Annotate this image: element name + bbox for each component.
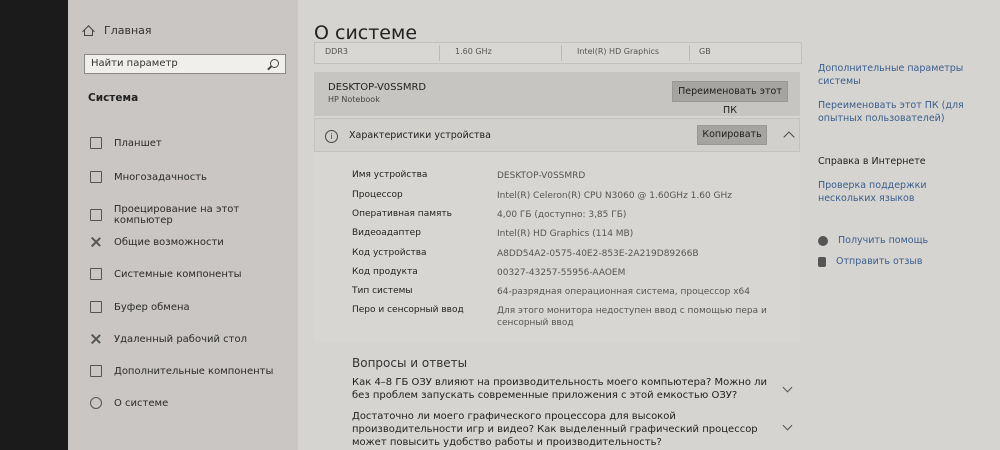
chevron-down-icon[interactable]	[782, 420, 793, 431]
summary-ram-type: DDR3	[325, 47, 348, 56]
sidebar-item-remote-desktop[interactable]: Удаленный рабочий стол	[90, 333, 247, 345]
shared-experiences-icon	[90, 236, 102, 248]
rename-pc-button[interactable]: Переименовать этот ПК	[672, 81, 788, 116]
advanced-system-settings-link[interactable]: Дополнительные параметры системы	[818, 62, 983, 88]
chevron-down-icon[interactable]	[782, 382, 793, 393]
home-icon	[82, 25, 94, 36]
device-model: HP Notebook	[328, 95, 380, 104]
sidebar-item-label: О системе	[114, 397, 169, 409]
sidebar-item-label: Общие возможности	[114, 236, 224, 248]
spec-value: Для этого монитора недоступен ввод с пом…	[497, 306, 767, 328]
sidebar-item-label: Буфер обмена	[114, 301, 190, 313]
language-support-link[interactable]: Проверка поддержки нескольких языков	[818, 179, 983, 205]
info-icon	[90, 397, 102, 409]
sidebar-item-optional-features[interactable]: Дополнительные компоненты	[90, 365, 273, 377]
send-feedback-label: Отправить отзыв	[836, 256, 923, 267]
sidebar-item-label: Проецирование на этот компьютер	[113, 204, 240, 226]
feedback-icon	[818, 256, 826, 267]
spec-value: DESKTOP-V0SSMRD	[497, 171, 586, 181]
sidebar-item-label: Планшет	[114, 137, 162, 149]
multitasking-icon	[90, 171, 102, 183]
device-card: DESKTOP-V0SSMRD HP Notebook Переименоват…	[314, 72, 800, 116]
clipboard-icon	[90, 301, 102, 313]
sidebar-item-label: Дополнительные компоненты	[114, 365, 274, 377]
sidebar: Главная Найти параметр Система Планшет М…	[68, 0, 298, 450]
settings-window: Главная Найти параметр Система Планшет М…	[68, 0, 1000, 450]
sidebar-item-multitasking[interactable]: Многозадачность	[90, 171, 207, 183]
summary-graphics: Intel(R) HD Graphics	[577, 47, 660, 56]
sidebar-item-shared-experiences[interactable]: Общие возможности	[90, 236, 224, 248]
main-content: О системе DDR3 1.60 GHz Intel(R) HD Grap…	[298, 0, 802, 450]
spec-key: Оперативная память	[352, 209, 452, 219]
device-name: DESKTOP-V0SSMRD	[328, 82, 427, 93]
tablet-icon	[90, 137, 102, 149]
spec-key: Код устройства	[352, 248, 427, 258]
sidebar-item-label: Удаленный рабочий стол	[114, 333, 248, 345]
spec-key: Код продукта	[352, 267, 418, 277]
search-icon[interactable]	[270, 59, 279, 68]
search-input[interactable]: Найти параметр	[84, 54, 286, 74]
related-settings-panel: Дополнительные параметры системы Переиме…	[818, 0, 1000, 450]
spec-value: 00327-43257-55956-AAOEM	[497, 268, 626, 278]
copy-button[interactable]: Копировать	[697, 125, 767, 145]
summary-storage: GB	[699, 47, 711, 56]
get-help-link[interactable]: Получить помощь	[818, 235, 928, 246]
spec-value: 4,00 ГБ (доступно: 3,85 ГБ)	[497, 210, 627, 220]
projecting-icon	[90, 209, 102, 221]
summary-cpu-speed: 1.60 GHz	[455, 47, 492, 56]
qa-question[interactable]: Как 4–8 ГБ ОЗУ влияют на производительно…	[352, 376, 772, 402]
sidebar-item-label: Системные компоненты	[114, 268, 242, 280]
help-chat-icon	[818, 235, 828, 246]
help-heading: Справка в Интернете	[818, 156, 926, 167]
qa-question[interactable]: Достаточно ли моего графического процесс…	[352, 410, 772, 449]
sidebar-item-clipboard[interactable]: Буфер обмена	[90, 301, 190, 313]
spec-summary-strip: DDR3 1.60 GHz Intel(R) HD Graphics GB	[314, 42, 802, 64]
spec-key: Имя устройства	[352, 170, 428, 180]
chevron-up-icon[interactable]	[783, 131, 795, 143]
page-title: О системе	[314, 22, 418, 44]
sidebar-home[interactable]: Главная	[82, 24, 152, 37]
qa-title: Вопросы и ответы	[352, 356, 468, 370]
spec-key: Процессор	[352, 190, 403, 200]
search-placeholder: Найти параметр	[91, 58, 178, 69]
spec-value: 64-разрядная операционная система, проце…	[497, 287, 751, 297]
spec-value: Intel(R) Celeron(R) CPU N3060 @ 1.60GHz …	[497, 191, 733, 201]
spec-key: Тип системы	[352, 286, 413, 296]
rename-pc-advanced-link[interactable]: Переименовать этот ПК (для опытных польз…	[818, 99, 983, 125]
device-specs-title: Характеристики устройства	[349, 130, 491, 141]
sidebar-item-about[interactable]: О системе	[90, 397, 168, 409]
sidebar-home-label: Главная	[104, 24, 152, 37]
spec-key: Видеоадаптер	[352, 228, 421, 238]
summary-divider	[439, 45, 440, 61]
spec-value: Intel(R) HD Graphics (114 MB)	[497, 229, 634, 239]
spec-value: A8DD54A2-0575-40E2-853E-2A219D89266B	[497, 249, 699, 259]
sidebar-section-title: Система	[88, 92, 139, 104]
device-specs-list: Имя устройства DESKTOP-V0SSMRD Процессор…	[314, 152, 800, 342]
summary-divider	[689, 45, 690, 61]
system-components-icon	[90, 268, 102, 280]
device-specs-header[interactable]: i Характеристики устройства Копировать	[314, 118, 800, 152]
optional-features-icon	[90, 365, 102, 377]
info-icon: i	[325, 130, 338, 143]
summary-divider	[561, 45, 562, 61]
sidebar-item-tablet[interactable]: Планшет	[90, 137, 162, 149]
get-help-label: Получить помощь	[838, 235, 929, 246]
sidebar-item-system-components[interactable]: Системные компоненты	[90, 268, 242, 280]
sidebar-item-label: Многозадачность	[114, 171, 207, 183]
remote-desktop-icon	[90, 333, 102, 345]
sidebar-item-projecting[interactable]: Проецирование на этот компьютер	[90, 204, 298, 226]
send-feedback-link[interactable]: Отправить отзыв	[818, 256, 923, 267]
spec-key: Перо и сенсорный ввод	[352, 305, 464, 315]
